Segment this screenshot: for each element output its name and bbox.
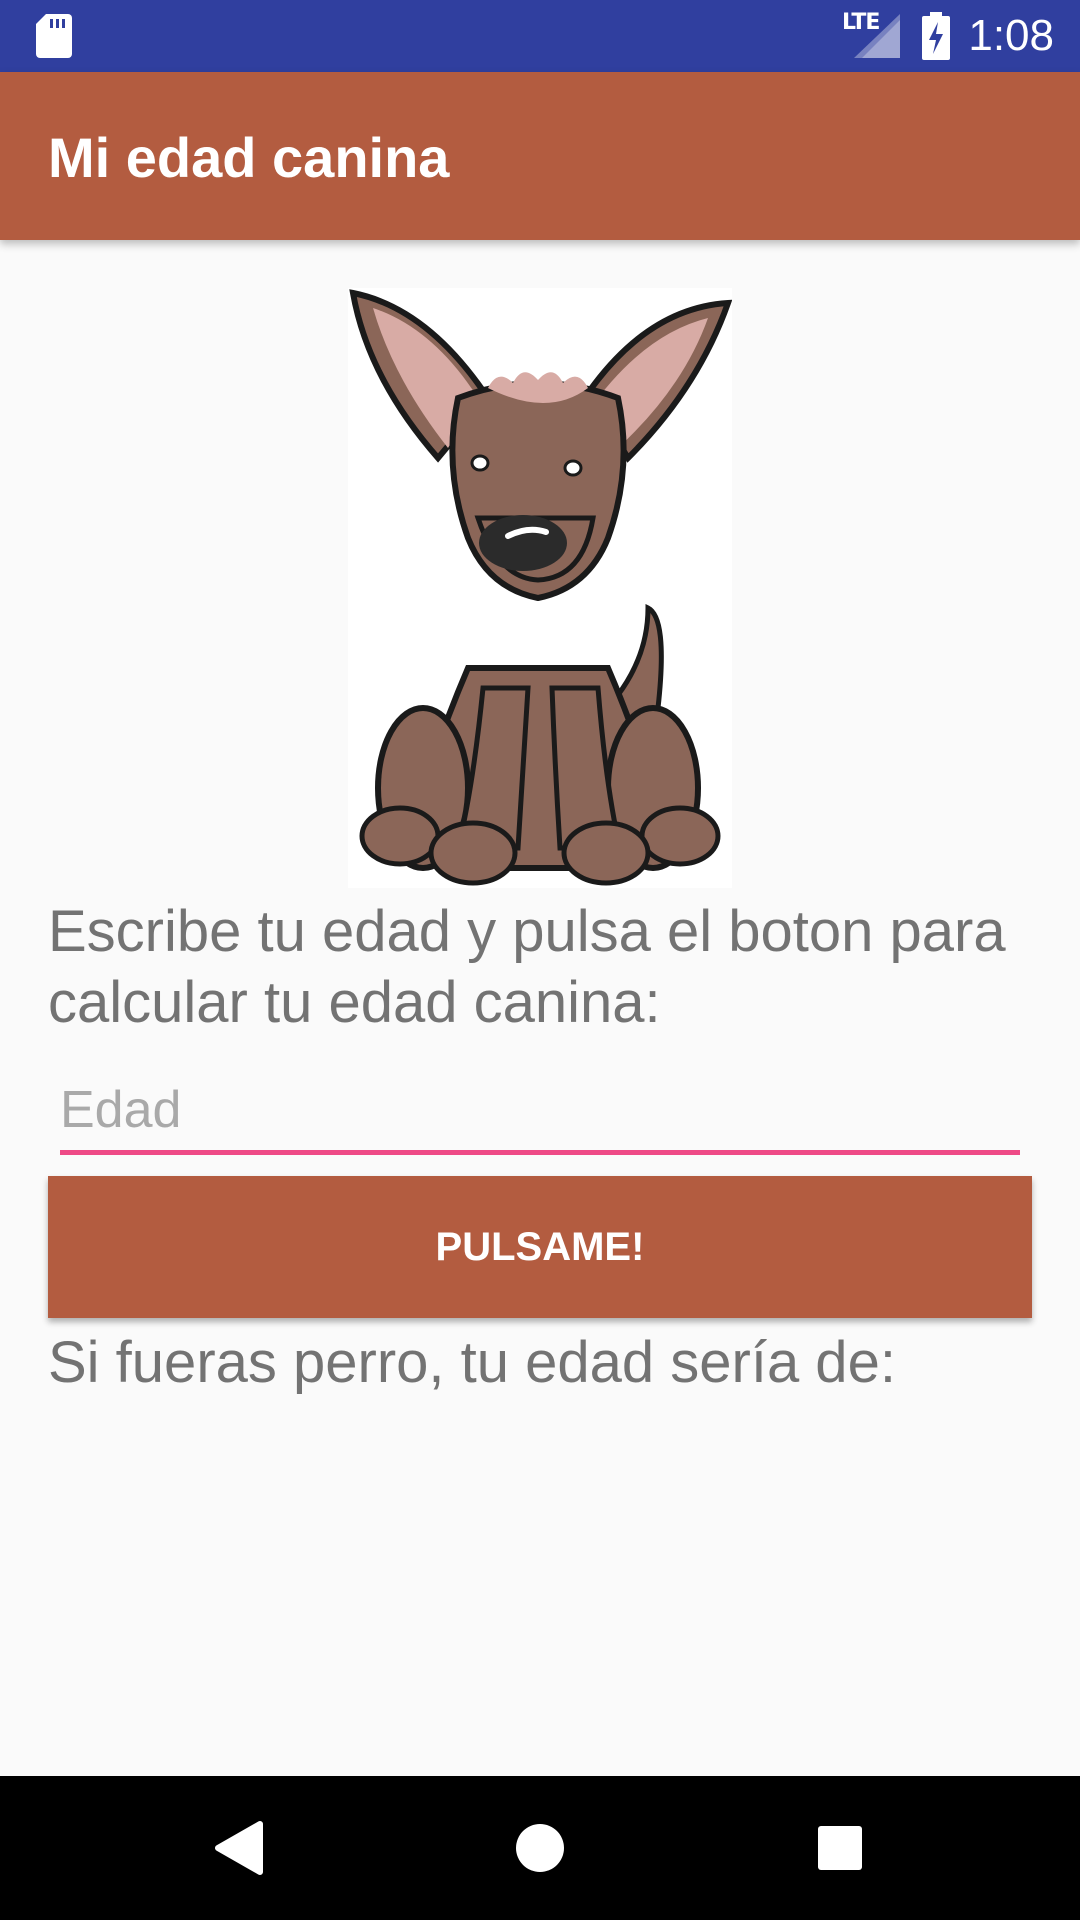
- home-icon: [516, 1824, 564, 1872]
- app-bar: Mi edad canina: [0, 72, 1080, 240]
- result-text: Si fueras perro, tu edad sería de:: [48, 1330, 896, 1395]
- home-button[interactable]: [450, 1776, 630, 1920]
- age-input[interactable]: [60, 1070, 1020, 1155]
- instructions-text: Escribe tu edad y pulsa el boton para ca…: [48, 899, 1006, 1035]
- sd-card-icon: [36, 14, 72, 58]
- calculate-button[interactable]: PULSAME!: [48, 1176, 1032, 1318]
- back-icon: [215, 1821, 263, 1875]
- recents-button[interactable]: [750, 1776, 930, 1920]
- signal-icon: [854, 14, 900, 58]
- battery-charging-icon: [922, 12, 950, 60]
- recents-icon: [818, 1826, 862, 1870]
- app-title: Mi edad canina: [48, 126, 450, 189]
- clock: 1:08: [968, 11, 1054, 60]
- dog-image: [348, 288, 733, 888]
- back-button[interactable]: [150, 1776, 330, 1920]
- navigation-bar: [0, 1776, 1080, 1920]
- dog-illustration: [349, 289, 733, 886]
- status-bar: LTE 1:08: [0, 0, 1080, 72]
